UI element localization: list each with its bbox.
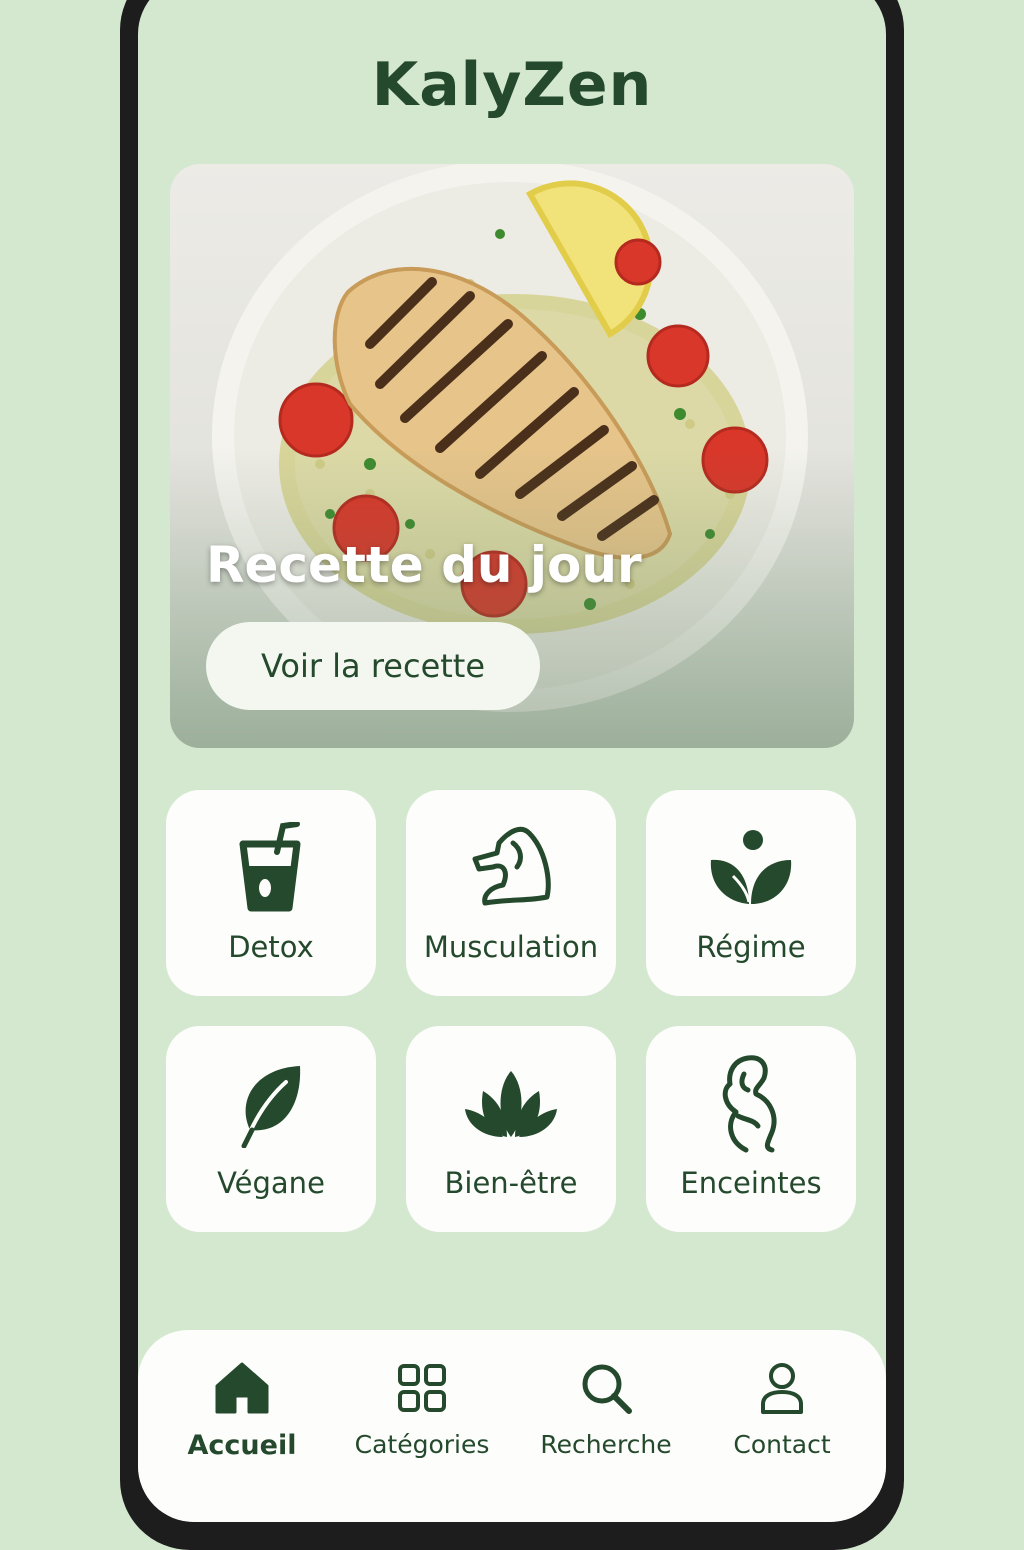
- nav-label: Catégories: [354, 1430, 490, 1459]
- flexed-arm-icon: [463, 820, 559, 916]
- phone-frame: KalyZen Recette du jour Voir la recette …: [120, 0, 904, 1550]
- category-card-vegane[interactable]: Végane: [166, 1026, 376, 1232]
- nav-item-recherche[interactable]: Recherche: [516, 1358, 696, 1459]
- nav-item-contact[interactable]: Contact: [692, 1358, 872, 1459]
- category-label: Detox: [228, 930, 314, 964]
- pregnant-woman-icon: [703, 1055, 799, 1153]
- category-label: Bien-être: [444, 1166, 578, 1200]
- category-label: Enceintes: [680, 1166, 822, 1200]
- category-card-musculation[interactable]: Musculation: [406, 790, 616, 996]
- lotus-icon: [463, 1056, 559, 1152]
- sprout-icon: [703, 820, 799, 916]
- category-card-enceintes[interactable]: Enceintes: [646, 1026, 856, 1232]
- nav-label: Recherche: [540, 1430, 672, 1459]
- category-card-bien-etre[interactable]: Bien-être: [406, 1026, 616, 1232]
- search-icon: [576, 1358, 636, 1418]
- nav-item-categories[interactable]: Catégories: [332, 1358, 512, 1459]
- user-icon: [752, 1358, 812, 1418]
- nav-label: Contact: [733, 1430, 831, 1459]
- grid-icon: [392, 1358, 452, 1418]
- app-screen: KalyZen Recette du jour Voir la recette …: [138, 0, 886, 1522]
- recipe-of-the-day-card[interactable]: Recette du jour Voir la recette: [170, 164, 854, 748]
- leaf-icon: [223, 1056, 319, 1152]
- category-card-regime[interactable]: Régime: [646, 790, 856, 996]
- hero-title: Recette du jour: [206, 536, 642, 594]
- category-label: Régime: [696, 930, 806, 964]
- home-icon: [212, 1358, 272, 1418]
- category-card-detox[interactable]: Detox: [166, 790, 376, 996]
- category-label: Musculation: [423, 930, 599, 964]
- bottom-nav: Accueil Catégories Recherche Contact: [138, 1330, 886, 1522]
- view-recipe-button[interactable]: Voir la recette: [206, 622, 540, 710]
- nav-item-accueil[interactable]: Accueil: [152, 1358, 332, 1461]
- category-label: Végane: [217, 1166, 325, 1200]
- nav-label: Accueil: [187, 1430, 297, 1461]
- drink-glass-icon: [223, 820, 319, 916]
- app-title: KalyZen: [371, 50, 653, 120]
